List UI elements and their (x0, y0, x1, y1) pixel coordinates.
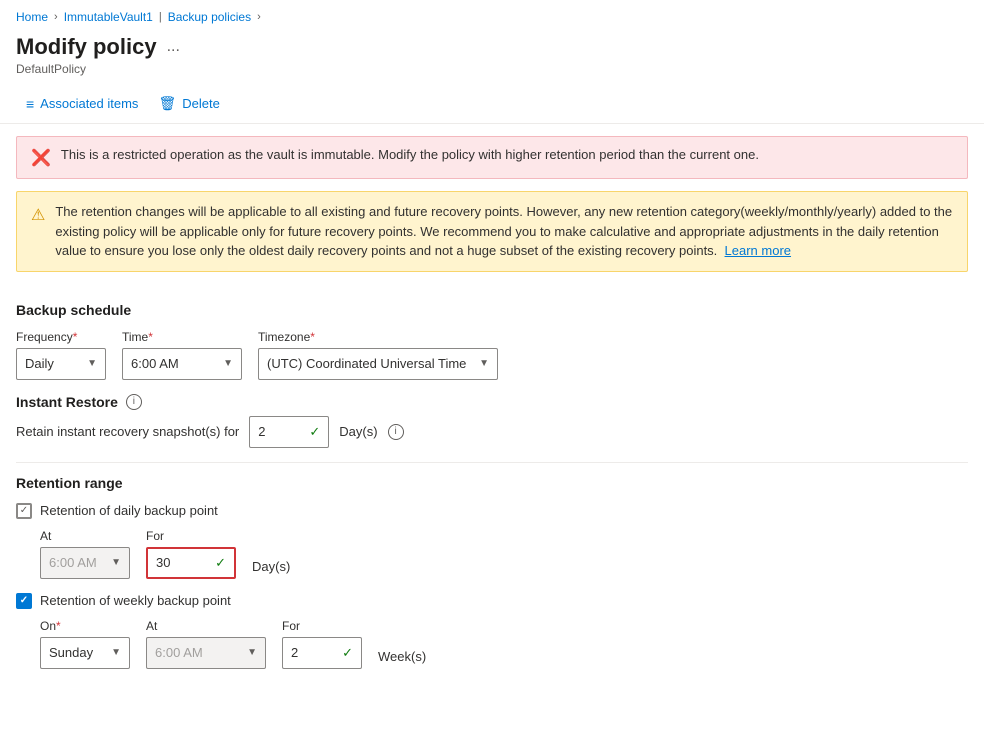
daily-for-field: For 30 ✓ (146, 529, 236, 579)
breadcrumb-vault[interactable]: ImmutableVault1 (64, 10, 153, 24)
weekly-for-box[interactable]: 2 ✓ (282, 637, 362, 669)
weekly-for-field: For 2 ✓ (282, 619, 362, 669)
weekly-on-chevron: ▼ (111, 647, 121, 658)
retain-check-icon: ✓ (309, 424, 320, 440)
delete-label: Delete (182, 96, 220, 111)
weekly-checkbox-row: Retention of weekly backup point (16, 593, 968, 609)
time-chevron: ▼ (223, 358, 233, 369)
frequency-value: Daily (25, 356, 54, 371)
error-icon: ❌ (31, 148, 51, 168)
daily-at-select[interactable]: 6:00 AM ▼ (40, 547, 130, 579)
delete-button[interactable]: 🗑 Delete (148, 90, 229, 117)
retain-info-icon[interactable]: i (388, 424, 404, 440)
daily-label: Retention of daily backup point (40, 503, 218, 518)
weekly-at-select[interactable]: 6:00 AM ▼ (146, 637, 266, 669)
weekly-for-value: 2 (291, 645, 336, 660)
weekly-at-value: 6:00 AM (155, 645, 203, 660)
page-header: Modify policy ... (0, 30, 984, 62)
daily-for-label: For (146, 529, 236, 543)
timezone-select[interactable]: (UTC) Coordinated Universal Time ▼ (258, 348, 498, 380)
retain-label: Retain instant recovery snapshot(s) for (16, 424, 239, 439)
weekly-sub-form: On* Sunday ▼ At 6:00 AM ▼ For 2 ✓ (40, 619, 968, 669)
daily-at-label: At (40, 529, 130, 543)
page-title: Modify policy (16, 34, 157, 60)
daily-sub-form: At 6:00 AM ▼ For 30 ✓ Day(s) (40, 529, 968, 579)
daily-for-value: 30 (156, 555, 209, 570)
weekly-at-field: At 6:00 AM ▼ (146, 619, 266, 669)
weekly-form-row: On* Sunday ▼ At 6:00 AM ▼ For 2 ✓ (40, 619, 968, 669)
retain-value: 2 (258, 424, 303, 439)
divider (16, 462, 968, 463)
associated-items-button[interactable]: ≡ Associated items (16, 91, 148, 117)
weekly-for-check-icon: ✓ (342, 645, 353, 661)
weekly-on-field: On* Sunday ▼ (40, 619, 130, 669)
associated-items-label: Associated items (40, 96, 138, 111)
retain-unit: Day(s) (339, 424, 377, 439)
warning-text: The retention changes will be applicable… (55, 202, 953, 261)
daily-checkbox-row: Retention of daily backup point (16, 503, 968, 519)
daily-unit: Day(s) (252, 559, 290, 574)
instant-restore-title: Instant Restore (16, 394, 118, 410)
weekly-on-select[interactable]: Sunday ▼ (40, 637, 130, 669)
breadcrumb-home[interactable]: Home (16, 10, 48, 24)
breadcrumb-sep1: › (54, 11, 58, 23)
weekly-on-label: On* (40, 619, 130, 633)
error-alert: ❌ This is a restricted operation as the … (16, 136, 968, 179)
timezone-chevron: ▼ (479, 358, 489, 369)
daily-for-check-icon: ✓ (215, 555, 226, 571)
time-field: Time* 6:00 AM ▼ (122, 330, 242, 380)
weekly-checkbox[interactable] (16, 593, 32, 609)
daily-for-box[interactable]: 30 ✓ (146, 547, 236, 579)
main-content: Backup schedule Frequency* Daily ▼ Time*… (0, 284, 984, 691)
timezone-label: Timezone* (258, 330, 498, 344)
breadcrumb: Home › ImmutableVault1 | Backup policies… (0, 0, 984, 30)
instant-restore-section: Instant Restore i (16, 394, 968, 410)
weekly-unit: Week(s) (378, 649, 426, 664)
daily-form-row: At 6:00 AM ▼ For 30 ✓ Day(s) (40, 529, 968, 579)
timezone-value: (UTC) Coordinated Universal Time (267, 356, 466, 371)
breadcrumb-sep3: › (257, 11, 261, 23)
weekly-on-value: Sunday (49, 645, 93, 660)
daily-at-chevron: ▼ (111, 557, 121, 568)
weekly-label: Retention of weekly backup point (40, 593, 231, 608)
frequency-label: Frequency* (16, 330, 106, 344)
learn-more-link[interactable]: Learn more (725, 243, 791, 258)
error-text: This is a restricted operation as the va… (61, 147, 759, 162)
time-label: Time* (122, 330, 242, 344)
toolbar: ≡ Associated items 🗑 Delete (0, 84, 984, 124)
time-select[interactable]: 6:00 AM ▼ (122, 348, 242, 380)
weekly-for-label: For (282, 619, 362, 633)
breadcrumb-section[interactable]: Backup policies (168, 10, 251, 24)
retention-range-title: Retention range (16, 475, 968, 491)
retain-row: Retain instant recovery snapshot(s) for … (16, 416, 968, 448)
backup-schedule-title: Backup schedule (16, 302, 968, 318)
instant-restore-info-icon[interactable]: i (126, 394, 142, 410)
breadcrumb-sep2: | (159, 11, 162, 23)
list-icon: ≡ (26, 96, 34, 112)
more-options-icon[interactable]: ... (167, 38, 180, 56)
warning-icon: ⚠ (31, 204, 45, 228)
daily-checkbox[interactable] (16, 503, 32, 519)
warning-alert: ⚠ The retention changes will be applicab… (16, 191, 968, 272)
frequency-select[interactable]: Daily ▼ (16, 348, 106, 380)
policy-subtitle: DefaultPolicy (0, 62, 984, 84)
backup-schedule-row: Frequency* Daily ▼ Time* 6:00 AM ▼ Timez… (16, 330, 968, 380)
retain-value-box[interactable]: 2 ✓ (249, 416, 329, 448)
timezone-field: Timezone* (UTC) Coordinated Universal Ti… (258, 330, 498, 380)
delete-icon: 🗑 (158, 95, 176, 112)
weekly-at-label: At (146, 619, 266, 633)
frequency-field: Frequency* Daily ▼ (16, 330, 106, 380)
daily-at-value: 6:00 AM (49, 555, 97, 570)
weekly-at-chevron: ▼ (247, 647, 257, 658)
time-value: 6:00 AM (131, 356, 179, 371)
frequency-chevron: ▼ (87, 358, 97, 369)
daily-at-field: At 6:00 AM ▼ (40, 529, 130, 579)
